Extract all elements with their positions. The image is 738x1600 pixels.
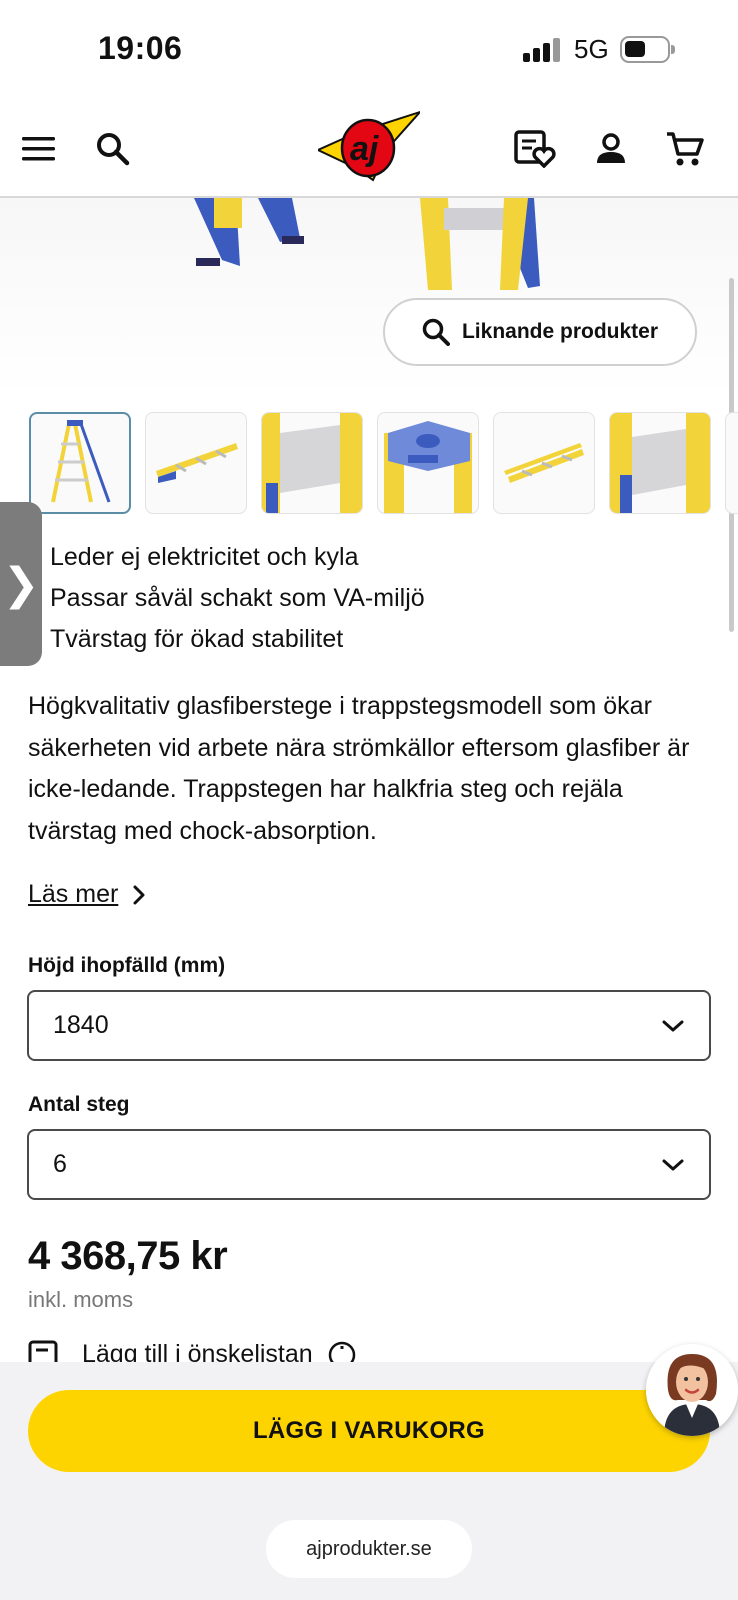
search-icon[interactable] bbox=[88, 124, 138, 174]
add-to-wishlist-link[interactable]: Lägg till i önskelistan bbox=[28, 1340, 357, 1362]
thumbnail[interactable] bbox=[261, 412, 363, 514]
thumbnail[interactable] bbox=[145, 412, 247, 514]
read-more-label: Läs mer bbox=[28, 880, 119, 908]
chevron-down-icon bbox=[662, 1020, 684, 1031]
thumbnail[interactable] bbox=[725, 412, 738, 514]
product-description: Högkvalitativ glasfiberstege i trappsteg… bbox=[28, 692, 690, 845]
height-value: 1840 bbox=[53, 1011, 109, 1039]
url-text: ajprodukter.se bbox=[306, 1537, 432, 1560]
chevron-down-icon bbox=[662, 1159, 684, 1170]
steps-label: Antal steg bbox=[28, 1093, 130, 1116]
info-icon bbox=[328, 1341, 355, 1362]
read-more-link[interactable]: Läs mer bbox=[28, 880, 146, 909]
search-icon bbox=[422, 318, 450, 346]
user-icon[interactable] bbox=[586, 124, 636, 174]
thumbnail[interactable] bbox=[493, 412, 595, 514]
side-panel-toggle[interactable]: ❯ bbox=[0, 502, 42, 666]
steps-select[interactable]: 6 bbox=[27, 1129, 711, 1200]
feature-item: Leder ej elektricitet och kyla bbox=[50, 543, 359, 571]
network-label: 5G bbox=[574, 34, 609, 64]
thumbnail[interactable] bbox=[377, 412, 479, 514]
vat-note: inkl. moms bbox=[28, 1287, 134, 1312]
thumbnail-strip[interactable] bbox=[29, 412, 738, 514]
feature-item: Tvärstag för ökad stabilitet bbox=[50, 625, 344, 653]
battery-icon bbox=[620, 36, 675, 63]
aj-logo[interactable]: aj bbox=[315, 109, 424, 188]
status-time: 19:06 bbox=[98, 30, 183, 66]
add-to-cart-label: LÄGG I VARUKORG bbox=[252, 1417, 486, 1444]
price: 4 368,75 kr bbox=[28, 1234, 228, 1278]
wishlist-icon[interactable] bbox=[510, 124, 560, 174]
status-bar: 19:06 5G bbox=[0, 0, 738, 100]
similar-products-label: Liknande produkter bbox=[461, 320, 659, 343]
height-select[interactable]: 1840 bbox=[27, 990, 711, 1061]
wishlist-icon bbox=[28, 1340, 58, 1362]
thumbnail[interactable] bbox=[609, 412, 711, 514]
chevron-right-icon: ❯ bbox=[2, 559, 40, 609]
signal-icon bbox=[523, 38, 561, 62]
add-to-cart-button[interactable]: LÄGG I VARUKORG bbox=[28, 1390, 710, 1472]
cart-icon[interactable] bbox=[660, 124, 710, 174]
wishlist-label: Lägg till i önskelistan bbox=[82, 1340, 313, 1362]
address-bar[interactable]: ajprodukter.se bbox=[266, 1520, 472, 1578]
feature-list: Leder ej elektricitet och kyla Passar så… bbox=[50, 537, 425, 660]
feature-item: Passar såväl schakt som VA-miljö bbox=[50, 584, 425, 612]
steps-value: 6 bbox=[53, 1150, 67, 1178]
thumbnail[interactable] bbox=[29, 412, 131, 514]
site-header: aj bbox=[0, 100, 738, 198]
menu-icon[interactable] bbox=[14, 124, 64, 174]
height-label: Höjd ihopfälld (mm) bbox=[28, 954, 226, 977]
logo-text: aj bbox=[350, 130, 380, 168]
chat-assistant-avatar[interactable] bbox=[646, 1344, 738, 1436]
chevron-right-icon bbox=[133, 885, 145, 904]
similar-products-button[interactable]: Liknande produkter bbox=[383, 298, 697, 366]
